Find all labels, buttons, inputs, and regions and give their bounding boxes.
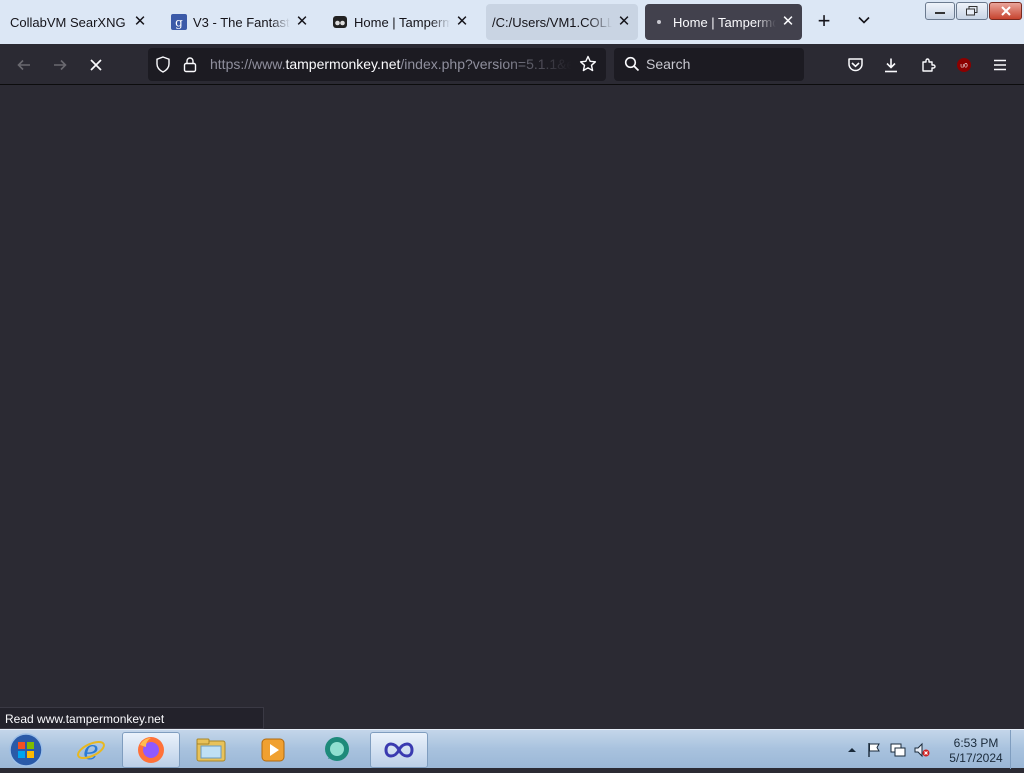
downloads-button[interactable] — [878, 52, 904, 78]
svg-text:g: g — [175, 16, 183, 30]
minimize-window-button[interactable] — [925, 2, 955, 20]
svg-text:e: e — [83, 736, 98, 765]
svg-text:u0: u0 — [960, 63, 968, 70]
loading-dot-icon — [651, 14, 667, 30]
search-input[interactable]: Search — [646, 56, 690, 72]
tracking-protection-shield-icon[interactable] — [155, 56, 171, 78]
address-bar[interactable]: https://www.tampermonkey.net/index.php?v… — [148, 48, 606, 81]
status-panel: Read www.tampermonkey.net — [0, 707, 264, 729]
lock-icon[interactable] — [183, 56, 197, 78]
tab-local-file[interactable]: /C:/Users/VM1.COLLAB ✕ — [486, 4, 638, 40]
bookmark-star-icon[interactable] — [579, 55, 597, 78]
search-icon — [624, 56, 640, 77]
close-tab-icon[interactable]: ✕ — [780, 14, 796, 30]
save-to-pocket-button[interactable] — [842, 52, 868, 78]
url-domain: tampermonkey.net — [285, 56, 401, 72]
tab-strip: CollabVM SearXNG ✕ g V3 - The Fantastic … — [0, 0, 1024, 44]
close-icon — [1000, 6, 1011, 16]
search-bar[interactable]: Search — [614, 48, 804, 81]
taskbar-windows-explorer[interactable] — [182, 732, 240, 768]
tab-tampermonkey-home[interactable]: Home | Tampermonkey ✕ — [326, 4, 476, 40]
g-logo-icon: g — [171, 14, 187, 30]
taskbar-infinity-app[interactable] — [370, 732, 428, 768]
back-button[interactable] — [11, 52, 37, 78]
url-suffix: /index.php?version=5.1.1&e — [400, 56, 572, 72]
show-hidden-icons-icon[interactable] — [844, 742, 860, 758]
url-prefix: https://www. — [210, 56, 286, 72]
media-player-icon — [261, 738, 285, 762]
action-center-flag-icon[interactable] — [866, 742, 882, 758]
extensions-button[interactable] — [915, 52, 941, 78]
close-tab-icon[interactable]: ✕ — [294, 14, 310, 30]
close-window-button[interactable] — [989, 2, 1022, 20]
clock-time: 6:53 PM — [953, 736, 999, 750]
firefox-icon — [138, 737, 164, 763]
ublock-shield-icon: u0 — [957, 58, 971, 72]
windows-taskbar: e 6:53 PM 5/17/2024 — [0, 729, 1024, 769]
arrow-right-icon — [54, 59, 67, 71]
stop-icon — [90, 59, 102, 71]
close-tab-icon[interactable]: ✕ — [132, 14, 148, 30]
restore-icon — [966, 6, 978, 16]
tab-tampermonkey-active[interactable]: Home | Tampermonkey ✕ — [645, 4, 802, 40]
internet-explorer-icon: e — [77, 736, 105, 765]
url-text[interactable]: https://www.tampermonkey.net/index.php?v… — [210, 56, 572, 72]
folder-icon — [196, 738, 226, 762]
tab-title: /C:/Users/VM1.COLLAB — [492, 14, 612, 30]
system-clock[interactable]: 6:53 PM 5/17/2024 — [940, 736, 1012, 766]
tab-title: V3 - The Fantastic M — [193, 14, 290, 30]
new-tab-button[interactable]: + — [812, 10, 836, 34]
chevron-down-icon — [858, 16, 870, 24]
clock-date: 5/17/2024 — [949, 751, 1003, 765]
tab-title: Home | Tampermonkey — [673, 14, 776, 30]
close-tab-icon[interactable]: ✕ — [616, 14, 632, 30]
tab-v3-fantastic[interactable]: g V3 - The Fantastic M ✕ — [166, 4, 316, 40]
pocket-icon — [847, 58, 863, 72]
minimize-icon — [935, 12, 945, 14]
restore-window-button[interactable] — [956, 2, 988, 20]
tampermonkey-icon — [332, 14, 348, 30]
tab-title: CollabVM SearXNG — [10, 14, 126, 30]
tab-collabvm-searxng[interactable]: CollabVM SearXNG ✕ — [4, 4, 154, 40]
hamburger-menu-icon — [994, 59, 1006, 71]
system-tray: 6:53 PM 5/17/2024 — [840, 734, 1020, 766]
volume-muted-icon[interactable] — [914, 742, 930, 758]
ublock-origin-button[interactable]: u0 — [951, 52, 977, 78]
stop-loading-button[interactable] — [83, 52, 109, 78]
taskbar-chat-app[interactable] — [308, 732, 366, 768]
navigation-toolbar: https://www.tampermonkey.net/index.php?v… — [0, 44, 1024, 85]
taskbar-internet-explorer[interactable]: e — [62, 732, 120, 768]
tab-title: Home | Tampermonkey — [354, 14, 450, 30]
puzzle-piece-icon — [922, 58, 936, 72]
forward-button[interactable] — [47, 52, 73, 78]
taskbar-media-player[interactable] — [244, 732, 302, 768]
download-icon — [885, 58, 897, 73]
app-menu-button[interactable] — [987, 52, 1013, 78]
arrow-left-icon — [17, 59, 30, 71]
list-all-tabs-button[interactable] — [852, 12, 876, 32]
chat-bubble-icon — [325, 737, 349, 761]
windows-orb-icon — [9, 733, 43, 767]
page-content-area — [0, 85, 1024, 729]
show-desktop-button[interactable] — [1010, 730, 1024, 769]
infinity-icon — [384, 742, 414, 758]
network-icon[interactable] — [890, 742, 906, 758]
close-tab-icon[interactable]: ✕ — [454, 14, 470, 30]
taskbar-firefox[interactable] — [122, 732, 180, 768]
start-button[interactable] — [6, 732, 46, 768]
